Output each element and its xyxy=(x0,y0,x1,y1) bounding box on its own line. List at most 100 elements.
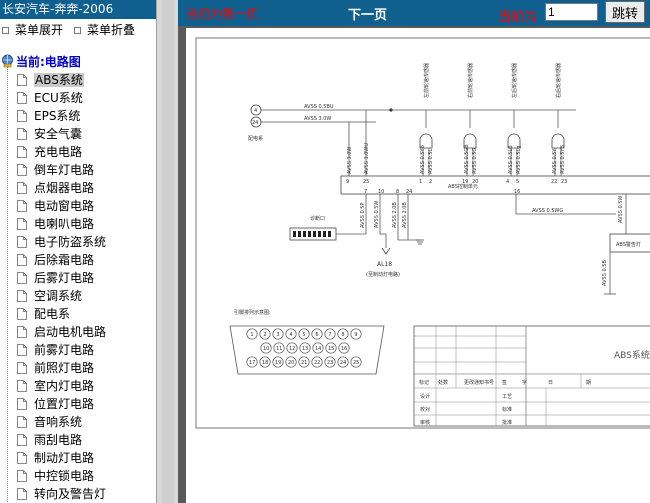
tree-item[interactable]: 电喇叭电路 xyxy=(0,215,156,233)
tree-item[interactable]: 空调系统 xyxy=(0,287,156,305)
tree-item-label: 电子防盗系统 xyxy=(34,235,107,249)
unit-top-wires: AVSS 3.0W AVSS 3.0WU AVSS 0.5YB AVSS 0.5L AV… xyxy=(347,110,566,176)
connector-pin-label: 18 xyxy=(262,360,268,366)
title-block-header: 处数 xyxy=(438,379,448,386)
connector-pin-label: 17 xyxy=(249,360,255,366)
connector-pin-label: 22 xyxy=(314,360,320,366)
wire-label: AVSS 0.5P xyxy=(360,203,366,228)
document-icon xyxy=(17,146,27,158)
sensor-label: 左前轮速传感器 xyxy=(423,63,430,98)
tree-item-label: 后雾灯电路 xyxy=(34,271,95,285)
tree-item-label: 制动灯电路 xyxy=(34,451,95,465)
tree-item[interactable]: 室内灯电路 xyxy=(0,377,156,395)
sensor-label: 右前轮速传感器 xyxy=(467,63,474,98)
diag-pin xyxy=(323,231,326,237)
sensor-label: 左后轮速传感器 xyxy=(511,63,518,98)
page-toolbar: 当前为第一页 下一页 当前为 跳转 xyxy=(178,0,650,26)
title-block-header: 签 xyxy=(502,379,507,386)
connector-pin-label: 4 xyxy=(289,332,292,338)
tree-item[interactable]: 雨刮电路 xyxy=(0,431,156,449)
diagram-viewer[interactable]: 左前轮速传感器 右前轮速传感器 左后轮速传感器 右后轮速传感器 4 24 配电系 AV… xyxy=(178,26,650,503)
title-block-rows: 设计 工艺校对 标准审核 批准 xyxy=(420,393,512,426)
collapse-menu-button[interactable]: 菜单折叠 xyxy=(74,20,135,40)
wheel-speed-sensors: 左前轮速传感器 右前轮速传感器 左后轮速传感器 右后轮速传感器 xyxy=(419,63,565,176)
next-page-link[interactable]: 下一页 xyxy=(348,4,387,23)
document-icon xyxy=(17,326,27,338)
unit-pin-label: 16 xyxy=(514,189,520,195)
tree-item-label: ABS系统 xyxy=(34,73,84,87)
expand-menu-button[interactable]: 菜单展开 xyxy=(2,20,63,40)
diagram-page: 左前轮速传感器 右前轮速传感器 左后轮速传感器 右后轮速传感器 4 24 配电系 AV… xyxy=(186,28,650,503)
tree-item[interactable]: 音响系统 xyxy=(0,413,156,431)
title-block xyxy=(413,325,650,427)
tree-item[interactable]: 转向及警告灯 xyxy=(0,485,156,503)
menu-toolbar: 菜单展开 菜单折叠 xyxy=(0,20,156,40)
tree-root[interactable]: 当前:电路图 xyxy=(1,52,81,70)
document-icon xyxy=(17,434,27,446)
connector-pin-label: 14 xyxy=(315,346,321,352)
connector-pin-label: 21 xyxy=(301,360,307,366)
tree-item-label: 转向及警告灯 xyxy=(34,487,107,501)
tree-item[interactable]: 安全气囊 xyxy=(0,125,156,143)
document-icon xyxy=(17,308,27,320)
globe-folder-icon xyxy=(2,54,13,68)
unit-pin-label: 10 xyxy=(378,189,384,195)
tree-item[interactable]: 充电电路 xyxy=(0,143,156,161)
wire-label: AVSS 3.0WU xyxy=(364,143,370,174)
unit-bottom-wires: AVSS 0.5P AVSS 0.5W AVSS 2.0B AVSS 2.0B xyxy=(336,194,420,248)
relay-label: 配电系 xyxy=(248,135,263,142)
tree-item[interactable]: 前照灯电路 xyxy=(0,359,156,377)
connector-pin-label: 5 xyxy=(302,332,305,338)
connector-pin-label: 13 xyxy=(302,346,308,352)
tree-item-label: 位置灯电路 xyxy=(34,397,95,411)
tree-items: ABS系统 ECU系统 EPS系统安全气囊 充电电路 倒车灯电路 点烟器电路 电动窗电路 电喇… xyxy=(0,71,156,503)
unit-pin-label: 1 xyxy=(419,179,422,185)
connector-pin-label: 9 xyxy=(354,332,357,338)
tree-item[interactable]: 制动灯电路 xyxy=(0,449,156,467)
document-icon xyxy=(17,164,27,176)
tree-item-label: 中控锁电路 xyxy=(34,469,95,483)
tree-item[interactable]: 中控锁电路 xyxy=(0,467,156,485)
title-block-cell: 审核 xyxy=(420,419,430,426)
jump-button[interactable]: 跳转 xyxy=(605,1,645,23)
wire-label: AVSS 0.5Y xyxy=(552,148,558,174)
page-number-input[interactable] xyxy=(545,3,598,21)
tree-item-label: ECU系统 xyxy=(34,91,83,105)
splitter-handle[interactable] xyxy=(162,0,174,503)
document-icon xyxy=(17,272,27,284)
tree-item-label: EPS系统 xyxy=(34,109,81,123)
tree-item[interactable]: 电动窗电路 xyxy=(0,197,156,215)
document-icon xyxy=(17,254,27,266)
wire-label: AVSS 0.5Lg xyxy=(516,146,522,174)
tree-item[interactable]: 启动电机电路 xyxy=(0,323,156,341)
document-icon xyxy=(17,470,27,482)
pinout-title: 引脚排列示意图: xyxy=(234,309,271,316)
tree-item[interactable]: 电子防盗系统 xyxy=(0,233,156,251)
tree-item[interactable]: 前雾灯电路 xyxy=(0,341,156,359)
wire-bu-label: AVSS 0.5BU xyxy=(304,104,334,110)
sensor-label: 右后轮速传感器 xyxy=(555,63,562,98)
diag-pin xyxy=(313,231,316,237)
tree-item[interactable]: 点烟器电路 xyxy=(0,179,156,197)
tree-item[interactable]: 位置灯电路 xyxy=(0,395,156,413)
tree-item[interactable]: 倒车灯电路 xyxy=(0,161,156,179)
wire-label: AVSS 3.0W xyxy=(347,147,353,174)
unit-pin-label: 2 xyxy=(429,179,432,185)
connector-pin-label: 23 xyxy=(327,360,333,366)
tree-item[interactable]: 配电系 xyxy=(0,305,156,323)
tree-item[interactable]: 后雾灯电路 xyxy=(0,269,156,287)
connector-pin-label: 2 xyxy=(263,332,266,338)
connector-pin-label: 6 xyxy=(315,332,318,338)
tree-item-label: 启动电机电路 xyxy=(34,325,107,339)
tree-item[interactable]: ECU系统 xyxy=(0,89,156,107)
document-icon xyxy=(17,398,27,410)
connector-pin-label: 1 xyxy=(250,332,253,338)
document-icon xyxy=(17,290,27,302)
connector-pin-label: 24 xyxy=(340,360,346,366)
tree-item[interactable]: EPS系统 xyxy=(0,107,156,125)
pane-splitter[interactable] xyxy=(156,0,178,503)
wire-label: AVSS 0.5YB xyxy=(560,145,566,174)
diagnostic-connector-pins xyxy=(293,231,331,237)
tree-item[interactable]: 后除霜电路 xyxy=(0,251,156,269)
tree-item[interactable]: ABS系统 xyxy=(0,71,156,89)
